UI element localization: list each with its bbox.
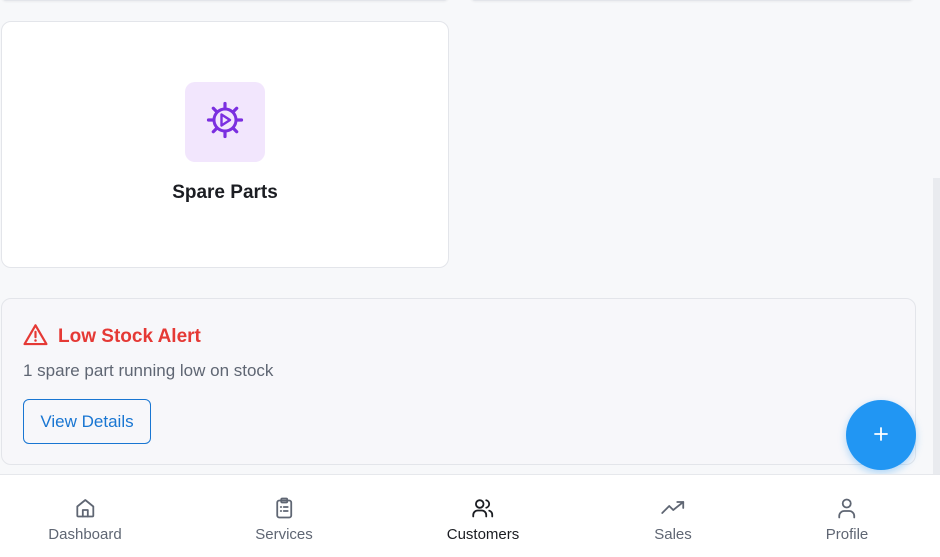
nav-label: Profile: [825, 526, 869, 543]
bottom-navigation: Dashboard Services Customers Sales Profi…: [0, 474, 940, 557]
nav-label: Services: [255, 526, 313, 543]
trending-up-icon: [660, 495, 686, 521]
category-card-spare-parts[interactable]: Spare Parts: [1, 21, 449, 268]
category-icon-container: [185, 82, 265, 162]
clipboard-list-icon: [271, 495, 297, 521]
gear-icon: [205, 100, 245, 145]
nav-label: Customers: [446, 526, 520, 543]
low-stock-alert-card: Low Stock Alert 1 spare part running low…: [1, 298, 916, 465]
nav-label: Sales: [654, 526, 692, 543]
alert-description: 1 spare part running low on stock: [23, 361, 274, 380]
users-icon: [470, 495, 496, 521]
alert-header: Low Stock Alert: [23, 323, 201, 351]
app-viewport: Spare Parts Low Stock Alert 1 spare part…: [0, 0, 940, 557]
alert-title: Low Stock Alert: [58, 326, 201, 347]
plus-icon: [873, 426, 889, 445]
nav-item-dashboard[interactable]: Dashboard: [48, 475, 122, 557]
category-card-partial[interactable]: [1, 0, 449, 1]
warning-triangle-icon: [23, 323, 48, 351]
nav-item-profile[interactable]: Profile: [825, 475, 869, 557]
category-card-partial[interactable]: [470, 0, 914, 1]
view-details-button[interactable]: View Details: [23, 399, 151, 444]
category-label: Spare Parts: [172, 182, 278, 203]
add-fab-button[interactable]: [846, 400, 916, 470]
user-icon: [834, 495, 860, 521]
scrollbar-track[interactable]: [933, 178, 940, 474]
home-icon: [72, 495, 98, 521]
nav-label: Dashboard: [48, 526, 122, 543]
nav-item-customers[interactable]: Customers: [446, 475, 520, 557]
nav-item-services[interactable]: Services: [255, 475, 313, 557]
nav-item-sales[interactable]: Sales: [654, 475, 692, 557]
